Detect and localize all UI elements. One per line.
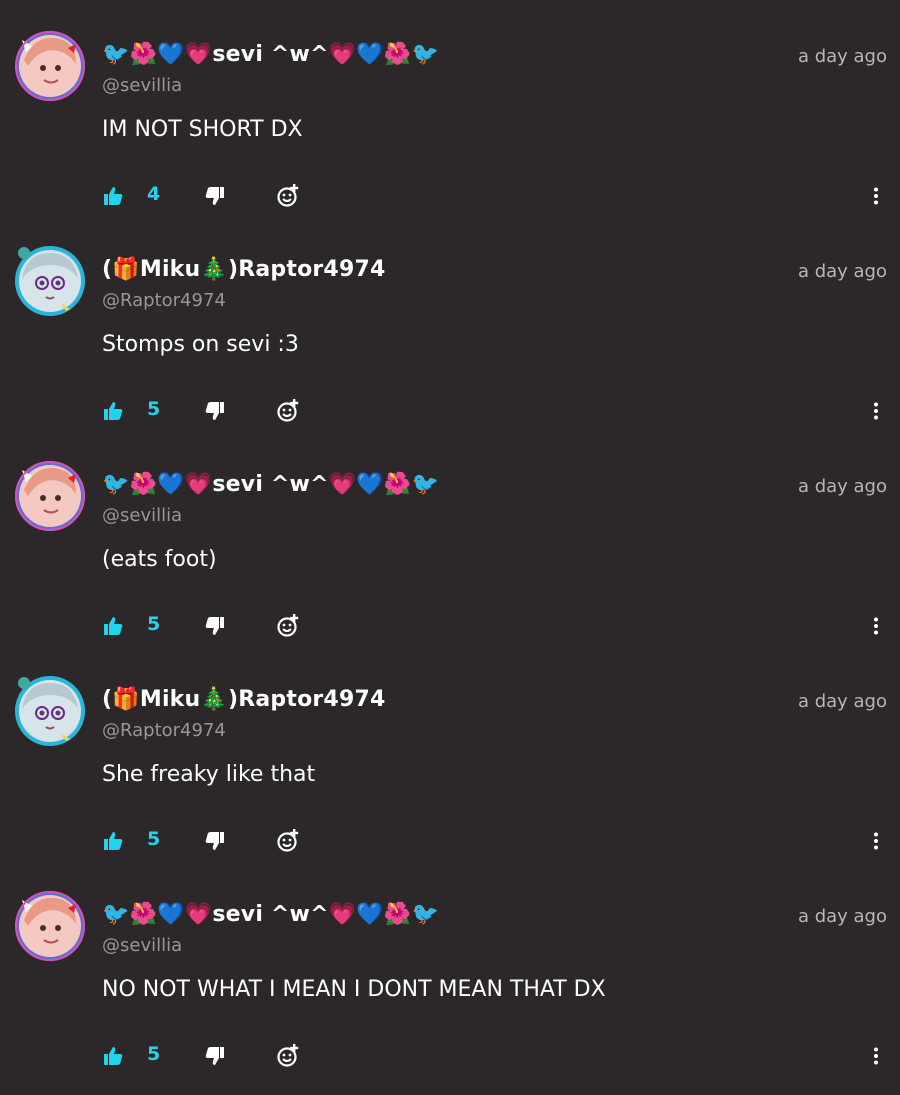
like-button[interactable]	[103, 1043, 123, 1069]
avatar-raptor-image	[15, 676, 85, 746]
add-reaction-button[interactable]	[276, 828, 300, 854]
display-name[interactable]: (🎁Miku🎄)Raptor4974	[102, 687, 385, 712]
avatar[interactable]	[14, 890, 86, 962]
like-button[interactable]	[103, 613, 123, 639]
add-reaction-button[interactable]	[276, 613, 300, 639]
comment-item: 🐦🌺💙💗sevi ^w^💗💙🌺🐦 @sevillia a day ago IM …	[0, 0, 900, 215]
comment-text: (eats foot)	[102, 547, 217, 572]
comment-item: (🎁Miku🎄)Raptor4974 @Raptor4974 a day ago…	[0, 645, 900, 860]
more-options-button[interactable]	[866, 183, 886, 209]
like-count: 5	[147, 1043, 161, 1065]
thumbs-up-icon	[104, 1047, 123, 1065]
avatar[interactable]	[14, 675, 86, 747]
comment-feed: 🐦🌺💙💗sevi ^w^💗💙🌺🐦 @sevillia a day ago IM …	[0, 0, 900, 1095]
user-handle[interactable]: @Raptor4974	[102, 720, 226, 741]
add-reaction-icon	[277, 829, 299, 852]
avatar-raptor-image	[15, 246, 85, 316]
like-button[interactable]	[103, 828, 123, 854]
comment-item: (🎁Miku🎄)Raptor4974 @Raptor4974 a day ago…	[0, 215, 900, 430]
comment-item: 🐦🌺💙💗sevi ^w^💗💙🌺🐦 @sevillia a day ago (ea…	[0, 430, 900, 645]
add-reaction-icon	[277, 614, 299, 637]
add-reaction-icon	[277, 399, 299, 422]
dislike-button[interactable]	[205, 613, 225, 639]
avatar-sevi-image	[15, 461, 85, 531]
user-handle[interactable]: @sevillia	[102, 935, 182, 956]
dislike-button[interactable]	[205, 1043, 225, 1069]
comment-text: Stomps on sevi :3	[102, 332, 299, 357]
display-name[interactable]: 🐦🌺💙💗sevi ^w^💗💙🌺🐦	[102, 472, 439, 497]
like-button[interactable]	[103, 183, 123, 209]
add-reaction-button[interactable]	[276, 1043, 300, 1069]
display-name[interactable]: 🐦🌺💙💗sevi ^w^💗💙🌺🐦	[102, 42, 439, 67]
user-handle[interactable]: @sevillia	[102, 505, 182, 526]
add-reaction-icon	[277, 184, 299, 207]
thumbs-down-icon	[205, 617, 224, 635]
comment-text: NO NOT WHAT I MEAN I DONT MEAN THAT DX	[102, 977, 606, 1002]
comment-text: She freaky like that	[102, 762, 316, 787]
comment-text: IM NOT SHORT DX	[102, 117, 303, 142]
like-count: 4	[147, 183, 161, 205]
like-count: 5	[147, 828, 161, 850]
thumbs-up-icon	[104, 187, 123, 205]
more-vertical-icon	[874, 187, 878, 205]
timestamp[interactable]: a day ago	[798, 906, 887, 927]
like-count: 5	[147, 398, 161, 420]
more-vertical-icon	[874, 617, 878, 635]
timestamp[interactable]: a day ago	[798, 261, 887, 282]
comment-item: 🐦🌺💙💗sevi ^w^💗💙🌺🐦 @sevillia a day ago NO …	[0, 860, 900, 1075]
user-handle[interactable]: @sevillia	[102, 75, 182, 96]
more-options-button[interactable]	[866, 828, 886, 854]
more-options-button[interactable]	[866, 398, 886, 424]
add-reaction-button[interactable]	[276, 183, 300, 209]
timestamp[interactable]: a day ago	[798, 691, 887, 712]
user-handle[interactable]: @Raptor4974	[102, 290, 226, 311]
avatar[interactable]	[14, 245, 86, 317]
timestamp[interactable]: a day ago	[798, 46, 887, 67]
like-count: 5	[147, 613, 161, 635]
add-reaction-button[interactable]	[276, 398, 300, 424]
display-name[interactable]: (🎁Miku🎄)Raptor4974	[102, 257, 385, 282]
thumbs-down-icon	[205, 187, 224, 205]
avatar[interactable]	[14, 30, 86, 102]
dislike-button[interactable]	[205, 828, 225, 854]
avatar[interactable]	[14, 460, 86, 532]
thumbs-down-icon	[205, 1047, 224, 1065]
add-reaction-icon	[277, 1044, 299, 1067]
avatar-sevi-image	[15, 891, 85, 961]
thumbs-up-icon	[104, 832, 123, 850]
timestamp[interactable]: a day ago	[798, 476, 887, 497]
thumbs-down-icon	[205, 832, 224, 850]
more-vertical-icon	[874, 832, 878, 850]
dislike-button[interactable]	[205, 398, 225, 424]
dislike-button[interactable]	[205, 183, 225, 209]
more-vertical-icon	[874, 402, 878, 420]
more-options-button[interactable]	[866, 1043, 886, 1069]
more-vertical-icon	[874, 1047, 878, 1065]
like-button[interactable]	[103, 398, 123, 424]
avatar-sevi-image	[15, 31, 85, 101]
thumbs-down-icon	[205, 402, 224, 420]
thumbs-up-icon	[104, 617, 123, 635]
thumbs-up-icon	[104, 402, 123, 420]
display-name[interactable]: 🐦🌺💙💗sevi ^w^💗💙🌺🐦	[102, 902, 439, 927]
more-options-button[interactable]	[866, 613, 886, 639]
